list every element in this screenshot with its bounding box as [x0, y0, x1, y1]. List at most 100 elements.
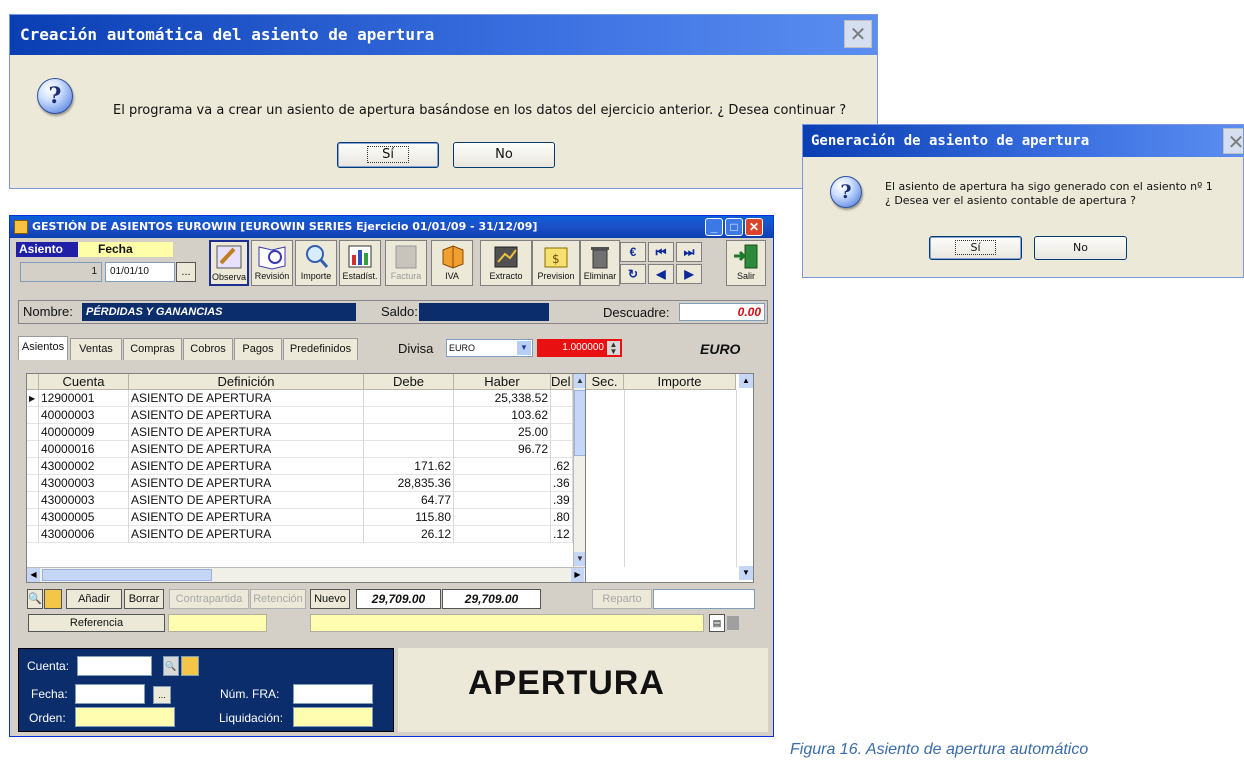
cell-debe[interactable]	[364, 407, 454, 424]
contrapartida-button[interactable]: Contrapartida	[169, 589, 249, 609]
table-row[interactable]: 40000016 ASIENTO DE APERTURA 96.72	[27, 441, 573, 458]
cell-del[interactable]: .62	[551, 458, 573, 475]
cell-cuenta[interactable]: 43000005	[39, 509, 129, 526]
yes-button[interactable]: Sí	[337, 142, 439, 168]
table-row[interactable]: 43000002 ASIENTO DE APERTURA 171.62 .62	[27, 458, 573, 475]
table-row[interactable]: ▶ 12900001 ASIENTO DE APERTURA 25,338.52	[27, 390, 573, 407]
liquidacion-field[interactable]	[293, 707, 373, 727]
referencia-button[interactable]: Referencia	[28, 614, 165, 632]
cuenta-field[interactable]	[77, 656, 152, 676]
borrar-button[interactable]: Borrar	[124, 589, 164, 609]
cell-haber[interactable]	[454, 492, 551, 509]
tab-ventas[interactable]: Ventas	[70, 338, 122, 360]
cell-cuenta[interactable]: 43000003	[39, 492, 129, 509]
cell-debe[interactable]: 115.80	[364, 509, 454, 526]
convert-icon[interactable]: ↻	[620, 264, 646, 284]
cell-debe[interactable]: 171.62	[364, 458, 454, 475]
cell-debe[interactable]: 28,835.36	[364, 475, 454, 492]
minimize-icon[interactable]: _	[705, 218, 723, 236]
cell-debe[interactable]	[364, 390, 454, 407]
revision-button[interactable]: Revisión	[251, 240, 293, 286]
table-row[interactable]: 43000003 ASIENTO DE APERTURA 64.77 .39	[27, 492, 573, 509]
cell-del[interactable]	[551, 407, 573, 424]
cell-definicion[interactable]: ASIENTO DE APERTURA	[129, 509, 364, 526]
header-cuenta[interactable]: Cuenta	[39, 374, 129, 390]
tab-cobros[interactable]: Cobros	[183, 338, 233, 360]
note-icon[interactable]	[727, 616, 739, 630]
cell-del[interactable]: .80	[551, 509, 573, 526]
cell-cuenta[interactable]: 43000006	[39, 526, 129, 543]
factura-button[interactable]: Factura	[385, 240, 427, 286]
table-row[interactable]: 40000003 ASIENTO DE APERTURA 103.62	[27, 407, 573, 424]
anadir-button[interactable]: Añadir	[66, 589, 122, 609]
asiento-number-field[interactable]: 1	[20, 262, 102, 282]
fecha-field[interactable]	[75, 684, 145, 704]
cell-definicion[interactable]: ASIENTO DE APERTURA	[129, 475, 364, 492]
cell-cuenta[interactable]: 40000016	[39, 441, 129, 458]
document-icon[interactable]: ▤	[709, 614, 725, 632]
tab-asientos[interactable]: Asientos	[18, 336, 68, 360]
date-picker-button[interactable]: ...	[153, 686, 171, 704]
search-icon[interactable]: 🔍	[163, 656, 179, 676]
last-record-icon[interactable]: ⏭	[676, 242, 702, 262]
scroll-up-icon[interactable]: ▲	[739, 374, 753, 388]
cell-definicion[interactable]: ASIENTO DE APERTURA	[129, 407, 364, 424]
no-button[interactable]: No	[453, 142, 555, 168]
maximize-icon[interactable]: □	[725, 218, 743, 236]
tab-predefinidos[interactable]: Predefinidos	[283, 338, 358, 360]
cell-haber[interactable]	[454, 526, 551, 543]
cell-definicion[interactable]: ASIENTO DE APERTURA	[129, 458, 364, 475]
reparto-field[interactable]	[653, 589, 755, 609]
folder-icon[interactable]	[181, 656, 199, 676]
table-row[interactable]: 40000009 ASIENTO DE APERTURA 25.00	[27, 424, 573, 441]
eliminar-button[interactable]: Eliminar	[580, 240, 620, 286]
cell-cuenta[interactable]: 40000003	[39, 407, 129, 424]
concepto-field[interactable]	[310, 614, 704, 632]
nuevo-button[interactable]: Nuevo	[310, 589, 350, 609]
no-button[interactable]: No	[1034, 236, 1127, 260]
cell-cuenta[interactable]: 43000002	[39, 458, 129, 475]
cell-del[interactable]	[551, 390, 573, 407]
retencion-button[interactable]: Retención	[250, 589, 306, 609]
cell-cuenta[interactable]: 12900001	[39, 390, 129, 407]
exchange-rate-field[interactable]: 1.000000 ▲ ▼	[537, 339, 622, 357]
scroll-down-icon[interactable]: ▼	[739, 566, 753, 580]
next-record-icon[interactable]: ▶	[676, 264, 702, 284]
cell-cuenta[interactable]: 40000009	[39, 424, 129, 441]
table-row[interactable]: 43000006 ASIENTO DE APERTURA 26.12 .12	[27, 526, 573, 543]
cell-debe[interactable]: 26.12	[364, 526, 454, 543]
cell-del[interactable]	[551, 441, 573, 458]
cell-debe[interactable]	[364, 441, 454, 458]
cell-definicion[interactable]: ASIENTO DE APERTURA	[129, 390, 364, 407]
close-icon[interactable]: ✕	[844, 20, 872, 48]
salir-button[interactable]: Salir	[726, 240, 766, 286]
importe-button[interactable]: Importe	[295, 240, 337, 286]
cell-del[interactable]: .39	[551, 492, 573, 509]
header-definicion[interactable]: Definición	[129, 374, 364, 390]
reparto-button[interactable]: Reparto	[592, 589, 652, 609]
chevron-down-icon[interactable]: ▼	[517, 341, 531, 355]
orden-field[interactable]	[75, 707, 175, 727]
cell-haber[interactable]	[454, 509, 551, 526]
iva-button[interactable]: IVA	[431, 240, 473, 286]
num-fra-field[interactable]	[293, 684, 373, 704]
cell-haber[interactable]: 25,338.52	[454, 390, 551, 407]
cell-definicion[interactable]: ASIENTO DE APERTURA	[129, 526, 364, 543]
folder-icon[interactable]	[44, 589, 62, 609]
spinner-icon[interactable]: ▲ ▼	[607, 341, 620, 356]
cell-del[interactable]: .12	[551, 526, 573, 543]
cell-definicion[interactable]: ASIENTO DE APERTURA	[129, 424, 364, 441]
header-haber[interactable]: Haber	[454, 374, 551, 390]
divisa-select[interactable]: EURO ▼	[446, 339, 533, 357]
cell-haber[interactable]	[454, 475, 551, 492]
estadist-button[interactable]: Estadíst.	[339, 240, 381, 286]
cell-haber[interactable]: 25.00	[454, 424, 551, 441]
cell-debe[interactable]: 64.77	[364, 492, 454, 509]
prevision-button[interactable]: $ Prevision	[532, 240, 580, 286]
horizontal-scrollbar[interactable]: ◀ ▶	[27, 567, 585, 582]
table-row[interactable]: 43000003 ASIENTO DE APERTURA 28,835.36 .36	[27, 475, 573, 492]
euro-icon[interactable]: €	[620, 242, 646, 262]
tab-compras[interactable]: Compras	[123, 338, 182, 360]
header-del[interactable]: Del	[551, 374, 573, 390]
close-icon[interactable]: ✕	[1223, 128, 1243, 154]
